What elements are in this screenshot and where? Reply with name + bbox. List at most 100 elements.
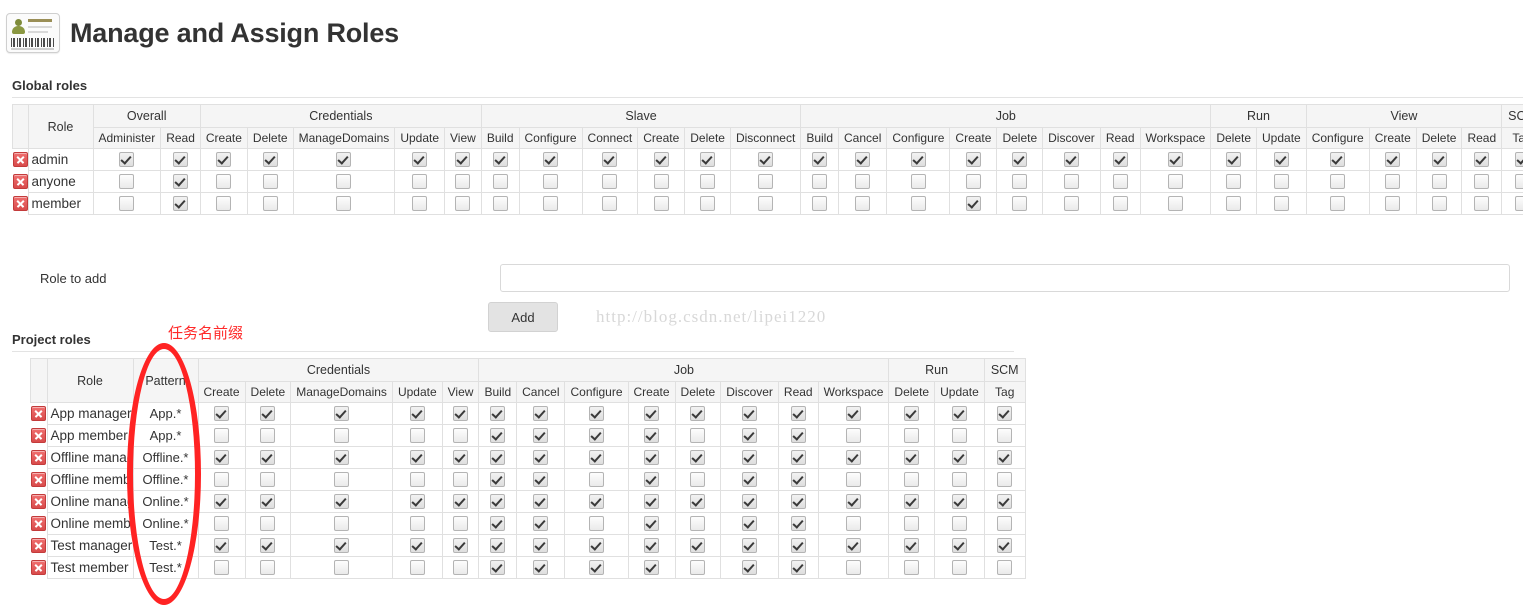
permission-checkbox-update[interactable] <box>412 152 427 167</box>
permission-checkbox-connect[interactable] <box>602 152 617 167</box>
permission-checkbox-view[interactable] <box>455 196 470 211</box>
permission-cell[interactable] <box>392 557 442 579</box>
permission-checkbox-update[interactable] <box>412 174 427 189</box>
permission-cell[interactable] <box>1043 193 1101 215</box>
permission-checkbox-cancel[interactable] <box>855 152 870 167</box>
permission-checkbox-build[interactable] <box>493 152 508 167</box>
permission-checkbox-cancel[interactable] <box>533 450 548 465</box>
permission-checkbox-administer[interactable] <box>119 196 134 211</box>
permission-checkbox-view[interactable] <box>453 428 468 443</box>
permission-cell[interactable] <box>517 491 565 513</box>
permission-cell[interactable] <box>442 447 479 469</box>
permission-cell[interactable] <box>245 535 291 557</box>
permission-cell[interactable] <box>247 171 293 193</box>
permission-checkbox-configure[interactable] <box>589 516 604 531</box>
permission-cell[interactable] <box>1100 171 1140 193</box>
permission-cell[interactable] <box>721 403 779 425</box>
permission-cell[interactable] <box>730 171 800 193</box>
permission-checkbox-configure[interactable] <box>543 196 558 211</box>
permission-checkbox-read[interactable] <box>791 428 806 443</box>
close-icon[interactable] <box>31 538 46 553</box>
permission-cell[interactable] <box>818 513 889 535</box>
permission-cell[interactable] <box>442 535 479 557</box>
permission-cell[interactable] <box>291 469 393 491</box>
permission-checkbox-read[interactable] <box>791 560 806 575</box>
permission-cell[interactable] <box>721 491 779 513</box>
permission-checkbox-delete[interactable] <box>260 450 275 465</box>
permission-checkbox-delete[interactable] <box>700 196 715 211</box>
permission-checkbox-update[interactable] <box>952 472 967 487</box>
permission-cell[interactable] <box>685 193 731 215</box>
permission-cell[interactable] <box>818 469 889 491</box>
permission-cell[interactable] <box>997 171 1043 193</box>
permission-checkbox-managedomains[interactable] <box>336 152 351 167</box>
permission-checkbox-workspace[interactable] <box>846 494 861 509</box>
permission-checkbox-delete[interactable] <box>904 450 919 465</box>
permission-cell[interactable] <box>291 425 393 447</box>
permission-cell[interactable] <box>1369 193 1416 215</box>
permission-checkbox-view[interactable] <box>453 406 468 421</box>
permission-checkbox-cancel[interactable] <box>533 428 548 443</box>
permission-cell[interactable] <box>839 193 887 215</box>
project-delete-button[interactable] <box>31 403 48 425</box>
permission-cell[interactable] <box>935 447 985 469</box>
permission-checkbox-tag[interactable] <box>997 560 1012 575</box>
permission-cell[interactable] <box>984 513 1025 535</box>
permission-checkbox-tag[interactable] <box>997 472 1012 487</box>
permission-checkbox-delete[interactable] <box>904 472 919 487</box>
permission-cell[interactable] <box>1502 193 1523 215</box>
permission-checkbox-create[interactable] <box>644 472 659 487</box>
permission-checkbox-read[interactable] <box>1113 196 1128 211</box>
permission-cell[interactable] <box>1306 149 1369 171</box>
permission-cell[interactable] <box>675 469 721 491</box>
permission-checkbox-delete[interactable] <box>263 174 278 189</box>
permission-cell[interactable] <box>818 403 889 425</box>
permission-checkbox-view[interactable] <box>453 472 468 487</box>
permission-cell[interactable] <box>245 447 291 469</box>
permission-cell[interactable] <box>392 469 442 491</box>
permission-cell[interactable] <box>1462 193 1502 215</box>
permission-checkbox-delete[interactable] <box>690 560 705 575</box>
permission-checkbox-create[interactable] <box>214 494 229 509</box>
permission-cell[interactable] <box>247 149 293 171</box>
permission-cell[interactable] <box>950 193 997 215</box>
permission-cell[interactable] <box>517 447 565 469</box>
permission-checkbox-build[interactable] <box>490 472 505 487</box>
permission-cell[interactable] <box>517 535 565 557</box>
permission-cell[interactable] <box>442 491 479 513</box>
permission-checkbox-delete[interactable] <box>1012 174 1027 189</box>
permission-cell[interactable] <box>445 171 482 193</box>
permission-cell[interactable] <box>245 513 291 535</box>
permission-checkbox-create[interactable] <box>644 428 659 443</box>
permission-cell[interactable] <box>392 491 442 513</box>
permission-cell[interactable] <box>291 513 393 535</box>
permission-checkbox-managedomains[interactable] <box>334 428 349 443</box>
permission-cell[interactable] <box>984 469 1025 491</box>
close-icon[interactable] <box>13 174 28 189</box>
permission-checkbox-discover[interactable] <box>742 428 757 443</box>
permission-checkbox-discover[interactable] <box>1064 196 1079 211</box>
permission-cell[interactable] <box>1211 193 1257 215</box>
permission-checkbox-create[interactable] <box>216 196 231 211</box>
permission-checkbox-create[interactable] <box>966 174 981 189</box>
permission-cell[interactable] <box>935 557 985 579</box>
permission-checkbox-configure[interactable] <box>543 152 558 167</box>
permission-cell[interactable] <box>565 513 628 535</box>
permission-checkbox-administer[interactable] <box>119 174 134 189</box>
permission-checkbox-delete[interactable] <box>1226 196 1241 211</box>
permission-checkbox-read[interactable] <box>791 450 806 465</box>
permission-checkbox-managedomains[interactable] <box>334 472 349 487</box>
permission-cell[interactable] <box>984 447 1025 469</box>
permission-cell[interactable] <box>675 513 721 535</box>
permission-checkbox-create[interactable] <box>644 406 659 421</box>
permission-cell[interactable] <box>291 557 393 579</box>
permission-checkbox-tag[interactable] <box>997 406 1012 421</box>
permission-cell[interactable] <box>442 557 479 579</box>
permission-checkbox-read[interactable] <box>173 152 188 167</box>
permission-cell[interactable] <box>395 171 445 193</box>
permission-checkbox-build[interactable] <box>812 196 827 211</box>
permission-checkbox-create[interactable] <box>214 450 229 465</box>
permission-checkbox-delete[interactable] <box>1012 152 1027 167</box>
permission-cell[interactable] <box>778 557 818 579</box>
permission-checkbox-discover[interactable] <box>1064 152 1079 167</box>
